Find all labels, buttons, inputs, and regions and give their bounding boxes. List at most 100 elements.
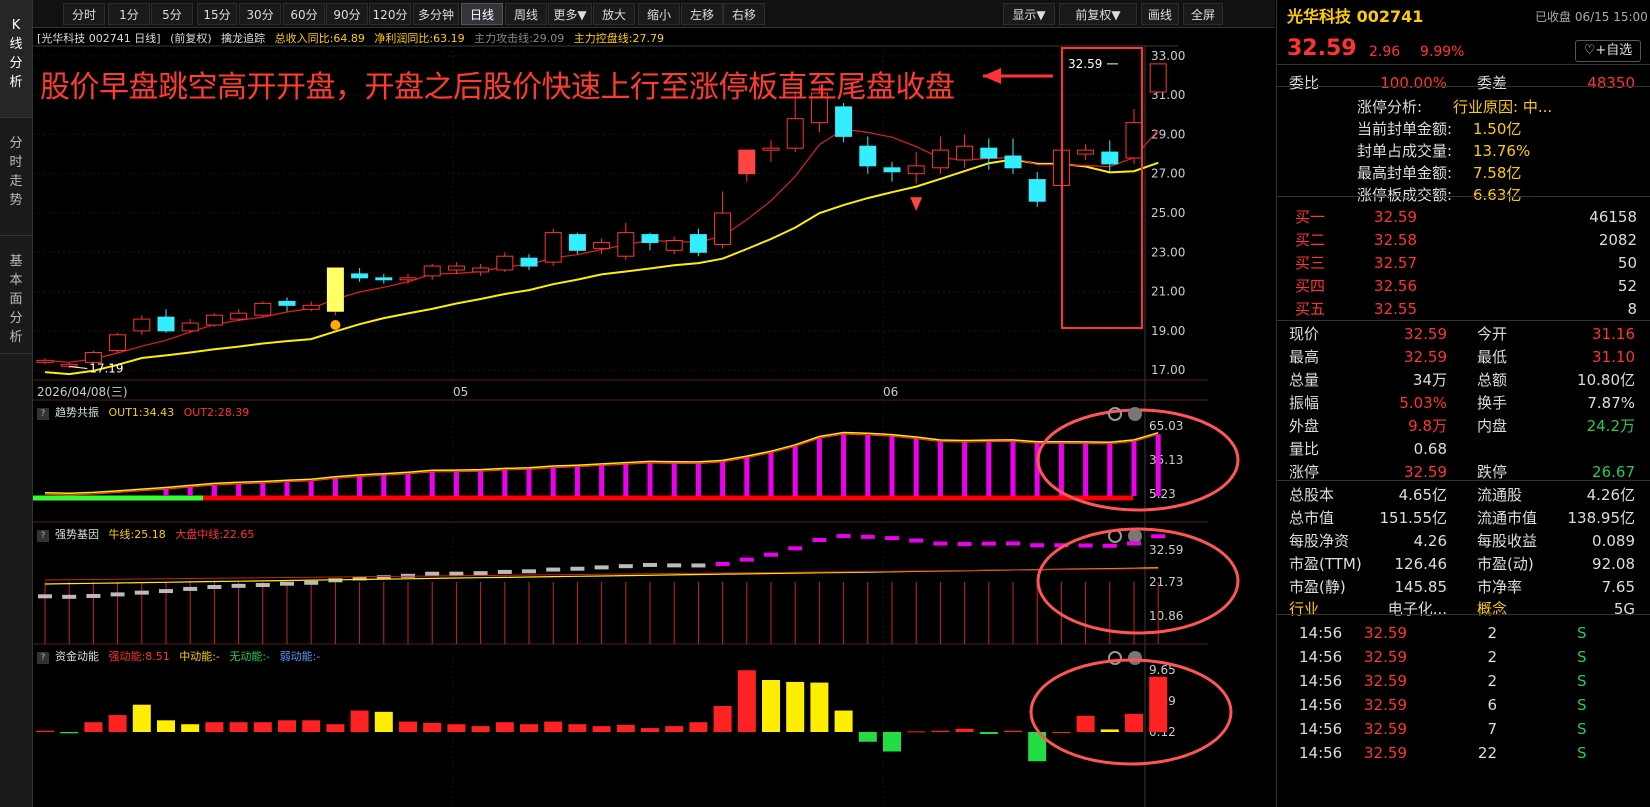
toolbar-button-15[interactable]: 右移 (723, 3, 765, 25)
tab-k-line[interactable]: K线分析 (0, 0, 32, 118)
panel2-title: 强势基因 (55, 528, 99, 541)
quote-value: 34万 (1412, 371, 1447, 389)
toolbar-button-10[interactable]: 周线 (505, 3, 547, 25)
tick-price: 32.59 (1364, 720, 1407, 738)
tick-volume: 6 (1487, 696, 1497, 714)
panel3-bar (60, 732, 79, 734)
toolbar-button-8[interactable]: 多分钟 (413, 3, 459, 25)
panel2-block (110, 592, 125, 597)
close-icon (1128, 529, 1142, 543)
quote-value: 32.59 (1404, 348, 1447, 366)
bid-price: 32.59 (1374, 208, 1417, 226)
panel3-bar (181, 724, 200, 732)
panel3-bar (883, 732, 901, 752)
quote-label: 市净率 (1477, 578, 1523, 596)
toolbar-button-11[interactable]: 更多▼ (548, 3, 592, 25)
indicator-name[interactable]: 擒龙追踪 (221, 32, 265, 45)
candle-body (786, 118, 804, 149)
toolbar-right-button-1[interactable]: 前复权▼ (1059, 3, 1137, 25)
panel-divider (1277, 86, 1650, 87)
panel2-block (909, 538, 924, 543)
panel3-bar (616, 724, 635, 732)
tick-price: 32.59 (1364, 672, 1407, 690)
candle-body (326, 267, 344, 312)
limit-analysis-label: 当前封单金额: (1357, 120, 1453, 138)
panel2-block (570, 566, 585, 571)
panel3-bar (471, 726, 490, 732)
tick-time: 14:56 (1299, 720, 1343, 738)
toolbar-right-button-0[interactable]: 显示▼ (1003, 3, 1055, 25)
panel3-bar (713, 706, 732, 732)
tab-intraday[interactable]: 分时走势 (0, 118, 32, 236)
candle-body (36, 359, 54, 363)
panel2-block (546, 567, 561, 572)
y-tick-label: 27.00 (1151, 167, 1185, 181)
panel2-block (38, 594, 52, 599)
panel3-bar (253, 722, 272, 732)
tick-side: S (1577, 648, 1587, 666)
quote-label: 行业 (1289, 600, 1320, 618)
toolbar-right-button-2[interactable]: 画线 (1141, 3, 1179, 25)
panel3-none: 无动能:- (229, 650, 271, 663)
quote-value: 7.65 (1601, 578, 1635, 596)
candle-body (907, 165, 925, 175)
toolbar-button-7[interactable]: 120分 (369, 3, 411, 25)
indicator-value-1: 总收入同比:64.89 (274, 32, 365, 45)
tick-time: 14:56 (1299, 744, 1343, 762)
toolbar-right-button-3[interactable]: 全屏 (1183, 3, 1223, 25)
candle-body (617, 232, 635, 257)
toolbar-button-12[interactable]: 放大 (593, 3, 635, 25)
toolbar-button-14[interactable]: 左移 (681, 3, 723, 25)
quote-label: 换手 (1477, 394, 1508, 412)
panel-divider (1277, 614, 1650, 615)
y-tick-label: 29.00 (1151, 127, 1185, 141)
toolbar-button-5[interactable]: 60分 (283, 3, 325, 25)
bid-volume: 52 (1617, 277, 1637, 295)
candle-body (980, 147, 998, 159)
tick-time: 14:56 (1299, 624, 1343, 642)
help-icon[interactable]: ? (37, 530, 49, 542)
quote-panel: 光华科技 002741 已收盘 06/15 15:00 32.59 2.96 9… (1276, 0, 1650, 807)
panel1-out2: OUT2:28.39 (183, 406, 250, 419)
toolbar-button-9[interactable]: 日线 (461, 3, 503, 25)
quote-value: 24.2万 (1586, 417, 1635, 435)
candle-body (1004, 155, 1022, 169)
tick-price: 32.59 (1364, 624, 1407, 642)
panel2-block (280, 581, 294, 586)
help-icon[interactable]: ? (37, 408, 49, 420)
tick-price: 32.59 (1364, 696, 1407, 714)
toolbar-button-1[interactable]: 1分 (108, 3, 150, 25)
y-tick-label: 21.00 (1151, 285, 1185, 299)
panel3-bar (907, 731, 926, 733)
panel3-title: 资金动能 (55, 650, 99, 663)
toolbar-button-4[interactable]: 30分 (239, 3, 281, 25)
limit-analysis-label: 封单占成交量: (1357, 142, 1453, 160)
add-watchlist-button[interactable]: ♡+自选 (1575, 40, 1641, 62)
panel1-title: 趋势共振 (55, 406, 99, 419)
toolbar-button-2[interactable]: 5分 (151, 3, 193, 25)
panel3-bar (520, 724, 538, 732)
panel3-bar (157, 720, 175, 732)
candle-body (375, 277, 393, 281)
toolbar-button-3[interactable]: 15分 (197, 3, 237, 25)
toolbar-button-0[interactable]: 分时 (63, 3, 105, 25)
tick-price: 32.59 (1364, 744, 1407, 762)
quote-label: 委比 (1289, 74, 1320, 92)
limit-analysis-label: 涨停板成交额: (1357, 186, 1453, 204)
panel2-block (497, 569, 512, 574)
panel3-bar (1149, 676, 1168, 732)
quote-label: 总股本 (1289, 486, 1335, 504)
tab-fundamental[interactable]: 基本面分析 (0, 236, 32, 354)
toolbar-button-13[interactable]: 缩小 (638, 3, 680, 25)
panel3-bar (592, 726, 611, 732)
panel3-bar (84, 722, 103, 732)
panel3-bar (1004, 730, 1022, 732)
panel2-block (667, 563, 682, 568)
toolbar-button-6[interactable]: 90分 (326, 3, 368, 25)
quote-value: 5G (1613, 600, 1635, 618)
candle-body (181, 322, 199, 332)
help-icon[interactable]: ? (37, 652, 49, 664)
panel2-block (739, 557, 754, 562)
quote-value: 48350 (1587, 74, 1635, 92)
panel2-block (1102, 543, 1117, 548)
